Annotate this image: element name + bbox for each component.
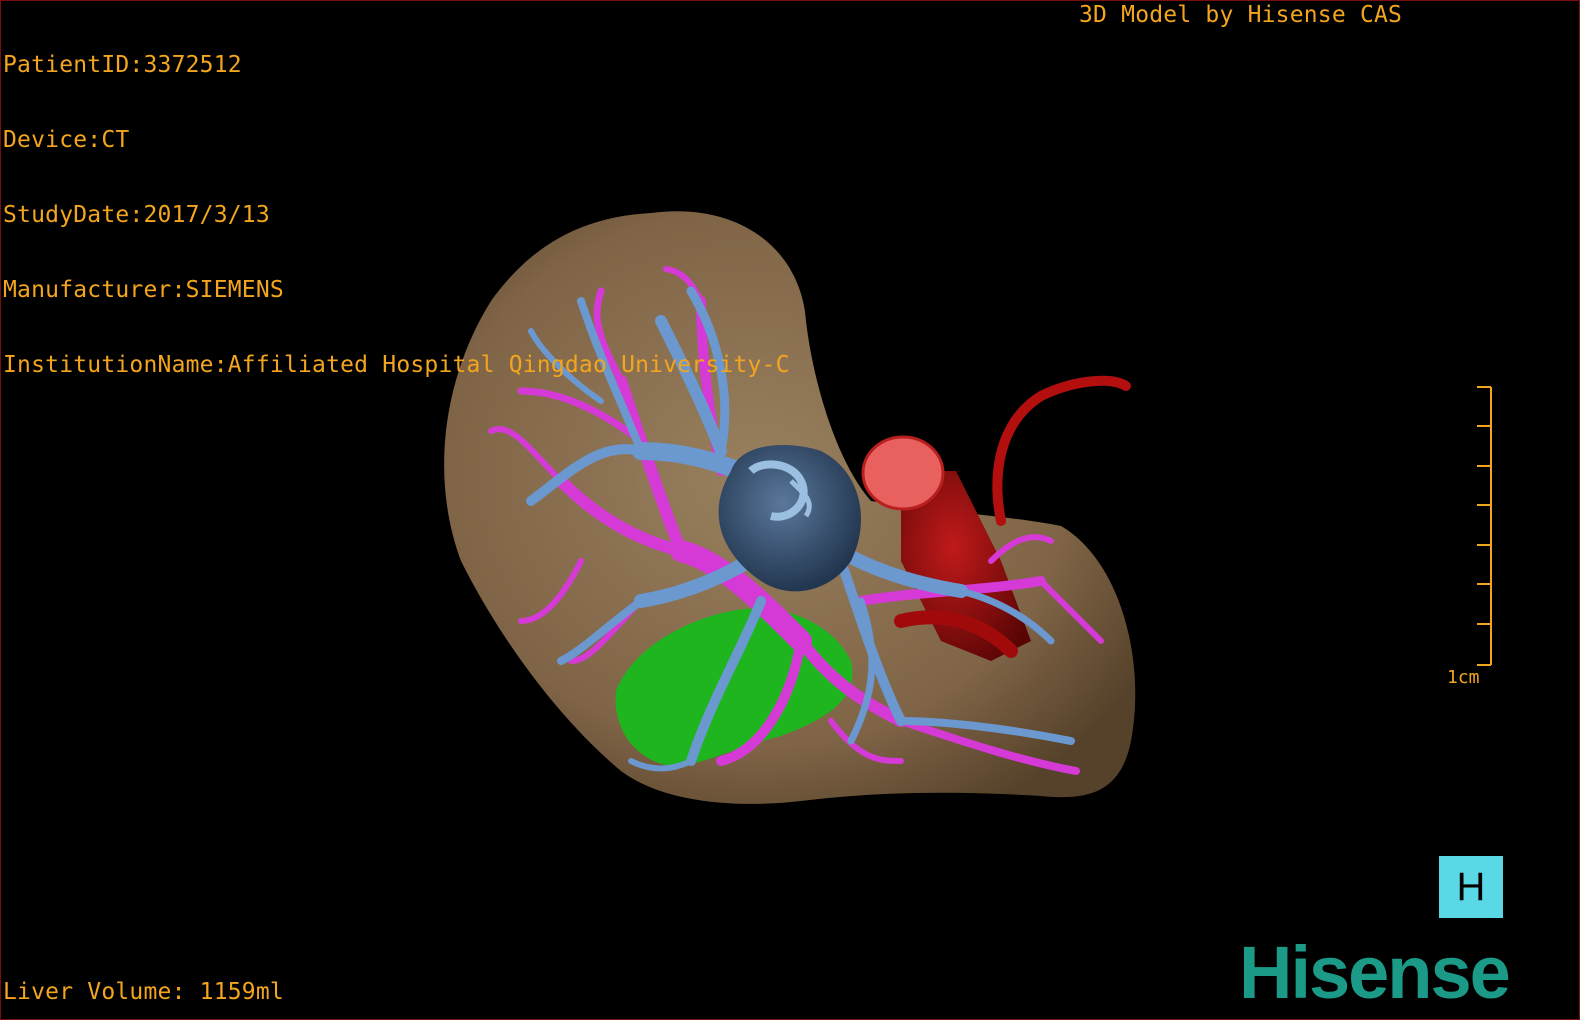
scale-label: 1cm [1447, 667, 1480, 688]
model-credit: 3D Model by Hisense CAS [1079, 2, 1403, 28]
3d-viewport[interactable]: PatientID:3372512 Device:CT StudyDate:20… [0, 0, 1580, 1020]
institution-name: InstitutionName:Affiliated Hospital Qing… [3, 352, 790, 378]
liver-volume: Liver Volume: 1159ml [3, 979, 284, 1005]
scale-bar [1477, 386, 1492, 666]
study-date: StudyDate:2017/3/13 [3, 202, 270, 228]
manufacturer: Manufacturer:SIEMENS [3, 277, 284, 303]
hisense-logo: Hisense [1239, 931, 1511, 1014]
dicom-info-panel: PatientID:3372512 Device:CT StudyDate:20… [3, 3, 790, 428]
device: Device:CT [3, 127, 130, 153]
orientation-button[interactable]: H [1439, 856, 1503, 918]
patient-id: PatientID:3372512 [3, 52, 242, 78]
